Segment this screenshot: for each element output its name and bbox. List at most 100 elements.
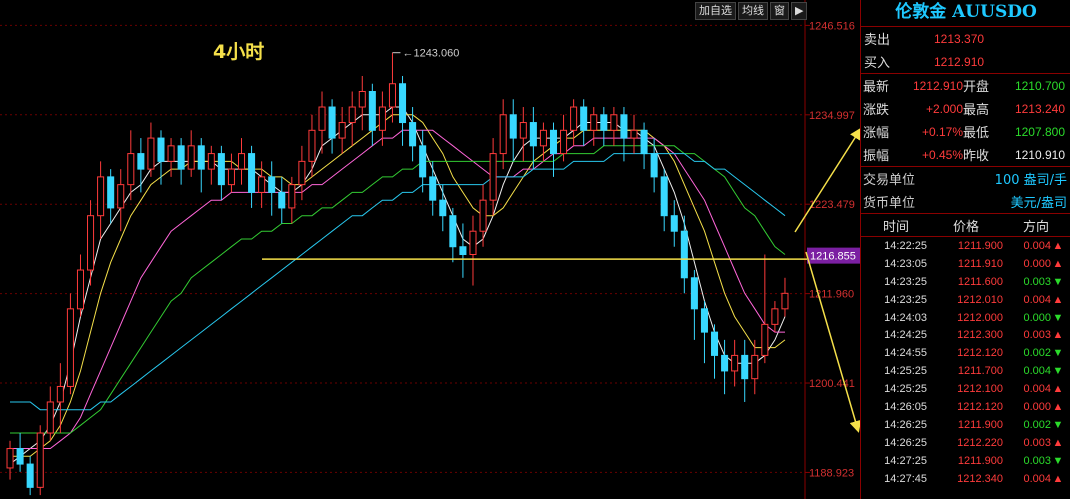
trade-time: 14:24:03: [884, 311, 927, 324]
chart-title: 4小时: [213, 41, 264, 63]
currency-value: 美元/盎司: [1010, 196, 1067, 211]
arrow-up-icon: ▲: [1052, 383, 1064, 396]
trade-qty: 0.002: [1023, 418, 1051, 431]
arrow-down-icon: ▼: [1052, 275, 1064, 288]
trade-row: 14:23:05 1211.910 0.000 ▲: [861, 255, 1070, 273]
trade-time: 14:27:45: [884, 472, 927, 485]
trade-qty: 0.003: [1023, 454, 1051, 467]
candle: [237, 153, 246, 170]
trade-price: 1211.910: [957, 257, 1003, 270]
trade-unit-label: 交易单位: [863, 173, 916, 188]
ma-line-cyan: [10, 153, 786, 411]
arrow-down-icon: ▼: [1052, 454, 1064, 467]
candle: [690, 277, 698, 310]
candle: [660, 176, 668, 217]
candle: [348, 106, 356, 124]
trade-qty: 0.003: [1023, 275, 1051, 288]
arrow-up-icon: ▲: [1052, 293, 1064, 306]
candle: [87, 215, 95, 271]
candle: [117, 184, 125, 209]
open-value: 1210.700: [1014, 78, 1065, 93]
trade-row: 14:27:45 1212.340 0.004 ▲: [861, 470, 1070, 488]
high-label: 最高: [963, 103, 990, 118]
arrow-up-icon: ▲: [1052, 329, 1064, 342]
candle: [56, 385, 64, 403]
candle: [248, 153, 256, 193]
arrow-up-icon: ▲: [1052, 400, 1064, 413]
candle: [731, 354, 739, 372]
buy-row: 买入 1212.910: [861, 50, 1070, 74]
trade-price: 1212.300: [957, 329, 1003, 342]
candle: [560, 129, 568, 155]
trades-list[interactable]: 14:22:25 1211.900 0.004 ▲ 14:23:05 1211.910 0.…: [861, 237, 1070, 487]
y-tick-label: 1246.516: [809, 20, 855, 32]
trade-row: 14:23:25 1211.600 0.003 ▼: [861, 273, 1070, 291]
candle: [6, 448, 14, 469]
arrow-up-icon: ▲: [1052, 436, 1064, 449]
arrow-down-icon: ▼: [1052, 311, 1064, 324]
candle: [590, 114, 598, 131]
change-label: 涨跌: [863, 103, 890, 118]
ma-button[interactable]: 均线: [738, 2, 768, 20]
trade-qty: 0.004: [1023, 293, 1051, 306]
candle: [258, 176, 266, 193]
candle: [539, 129, 547, 147]
trade-row: 14:25:25 1212.100 0.004 ▲: [861, 380, 1070, 398]
trade-qty: 0.003: [1023, 329, 1051, 342]
trade-row: 14:22:25 1211.900 0.004 ▲: [861, 237, 1070, 255]
candle: [187, 145, 195, 170]
pct-low-row: 涨幅 +0.17% 最低 1207.800: [861, 120, 1070, 143]
candle: [640, 129, 648, 155]
candle: [771, 308, 779, 325]
add-watch-button[interactable]: 加自选: [695, 2, 736, 20]
trade-time: 14:22:25: [884, 239, 927, 252]
trade-row: 14:26:25 1212.220 0.003 ▲: [861, 434, 1070, 452]
candle: [751, 354, 759, 380]
high-value: 1213.240: [1014, 101, 1065, 116]
candle: [600, 114, 608, 131]
candle: [76, 269, 85, 310]
trade-time: 14:24:25: [884, 329, 927, 342]
candle: [449, 215, 457, 248]
candle: [207, 153, 215, 170]
trade-qty: 0.004: [1023, 365, 1051, 378]
amp-label: 振幅: [863, 149, 890, 164]
arrow-down-icon: ▼: [1052, 347, 1064, 360]
ma-line-yellow: [10, 114, 786, 457]
trade-row: 14:24:55 1212.120 0.002 ▼: [861, 344, 1070, 362]
trade-time: 14:24:55: [884, 347, 927, 360]
candle: [278, 191, 286, 209]
candle: [308, 129, 316, 162]
candle: [479, 199, 487, 232]
trade-price: 1211.900: [957, 418, 1003, 431]
chart-area[interactable]: 1246.516 1234.997 1223.479 1211.960 1200.441…: [0, 0, 860, 499]
candle: [680, 230, 688, 279]
y-tick-label: 1234.997: [809, 110, 855, 122]
trade-price: 1212.100: [957, 383, 1003, 396]
candle: [761, 323, 769, 356]
trade-qty: 0.000: [1023, 311, 1051, 324]
trade-price: 1211.900: [957, 239, 1003, 252]
trade-price: 1211.900: [957, 454, 1003, 467]
trade-time: 14:26:25: [884, 418, 927, 431]
candle: [721, 354, 729, 372]
instrument-title: 伦敦金 AUUSDO: [861, 0, 1070, 27]
trade-price: 1211.600: [957, 275, 1003, 288]
candle: [549, 129, 558, 155]
buy-value: 1212.910: [934, 54, 985, 69]
trade-unit-row: 交易单位 100 盎司/手: [861, 167, 1070, 190]
change-value: +2.000: [925, 101, 963, 116]
col-price: 价格: [952, 219, 979, 235]
window-button[interactable]: 窗: [770, 2, 789, 20]
exit-icon[interactable]: ▶: [791, 2, 808, 20]
candle: [419, 145, 427, 178]
candle: [197, 145, 205, 170]
trade-row: 14:23:25 1212.010 0.004 ▲: [861, 291, 1070, 309]
trade-price: 1212.000: [957, 311, 1003, 324]
trade-time: 14:25:25: [884, 365, 927, 378]
candle: [147, 137, 155, 170]
candle: [409, 122, 417, 147]
candlestick-chart[interactable]: 1246.516 1234.997 1223.479 1211.960 1200.441…: [0, 0, 860, 499]
candle: [781, 292, 789, 310]
latest-label: 最新: [863, 80, 890, 95]
